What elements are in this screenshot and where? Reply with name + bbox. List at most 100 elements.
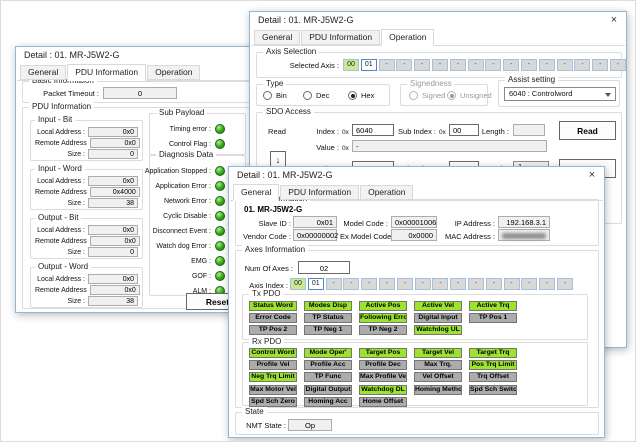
radio-dec[interactable]: Dec (303, 91, 329, 100)
pdo-button-tp-neg-1[interactable]: TP Neg 1 (304, 325, 352, 335)
pdo-button-error-code[interactable]: Error Code (249, 313, 297, 323)
model-code-field: 0x00001006 (391, 216, 437, 228)
axis-box-01[interactable]: 01 (308, 278, 324, 290)
pdo-button-tp-neg-2[interactable]: TP Neg 2 (359, 325, 407, 335)
pdo-button-profile-vel[interactable]: Profile Vel (249, 360, 297, 370)
axis-box-empty-10[interactable]: - (521, 59, 537, 71)
axis-box-empty-7[interactable]: - (415, 278, 431, 290)
radio-signed: Signed (409, 91, 445, 100)
pdo-button-digital-input[interactable]: Digital Input (414, 313, 462, 323)
pdo-button-trq-offset[interactable]: Trq Offset (469, 372, 517, 382)
packet-timeout-field[interactable]: 0 (103, 87, 177, 99)
pdo-button-max-motor-vel[interactable]: Max Motor Vel (249, 385, 297, 395)
pdo-button-spd-sch-zero[interactable]: Spd Sch Zero (249, 397, 297, 407)
pdo-button-active-pos[interactable]: Active Pos (359, 301, 407, 311)
assist-setting-dropdown[interactable]: 6040 : Controlword (504, 87, 616, 101)
axis-box-empty-3[interactable]: - (343, 278, 359, 290)
axis-box-empty-12[interactable]: - (504, 278, 520, 290)
axis-box-empty-2[interactable]: - (326, 278, 342, 290)
pdo-button-homing-method[interactable]: Homing Method (414, 385, 462, 395)
axis-box-empty-11[interactable]: - (486, 278, 502, 290)
titlebar[interactable]: Detail : 01. MR-J5W2-G × (229, 167, 604, 183)
pdo-button-spd-sch-switch[interactable]: Spd Sch Switch (469, 385, 517, 395)
pdo-button-vel-offset[interactable]: Vel Offset (414, 372, 462, 382)
axis-box-empty-15[interactable]: - (557, 278, 573, 290)
axis-box-empty-4[interactable]: - (361, 278, 377, 290)
axis-box-empty-15[interactable]: - (610, 59, 626, 71)
axis-box-empty-11[interactable]: - (539, 59, 555, 71)
pdo-button-mode-oper[interactable]: Mode Oper' (304, 348, 352, 358)
axis-box-empty-13[interactable]: - (574, 59, 590, 71)
close-icon[interactable]: × (607, 14, 621, 27)
axis-box-empty-10[interactable]: - (468, 278, 484, 290)
status-label: Control Flag : (169, 141, 211, 148)
axis-box-00[interactable]: 00 (290, 278, 306, 290)
radio-bin[interactable]: Bin (263, 91, 287, 100)
input-bit-remote-address-field: 0x0 (90, 138, 140, 148)
axis-box-empty-8[interactable]: - (485, 59, 501, 71)
pdo-button-neg-trq-limit[interactable]: Neg Trq Limit (249, 372, 297, 382)
axis-box-empty-13[interactable]: - (521, 278, 537, 290)
pdo-button-control-word[interactable]: Control Word (249, 348, 297, 358)
tab-pdu-information[interactable]: PDU Information (280, 185, 359, 200)
axis-box-empty-14[interactable]: - (539, 278, 555, 290)
axis-box-empty-6[interactable]: - (397, 278, 413, 290)
titlebar[interactable]: Detail : 01. MR-J5W2-G × (250, 12, 626, 28)
axis-box-empty-3[interactable]: - (396, 59, 412, 71)
axis-box-empty-9[interactable]: - (450, 278, 466, 290)
axis-box-empty-5[interactable]: - (379, 278, 395, 290)
pdo-button-max-trq[interactable]: Max Trq. (414, 360, 462, 370)
sdo-read-button[interactable]: Read (559, 121, 616, 140)
pdo-button-active-vel[interactable]: Active Vel (414, 301, 462, 311)
pdo-button-modes-disp[interactable]: Modes Disp (304, 301, 352, 311)
axis-box-empty-14[interactable]: - (592, 59, 608, 71)
tab-operation[interactable]: Operation (360, 185, 413, 200)
mac-address-redacted-value (502, 233, 546, 239)
pdo-button-watchdog-ul[interactable]: Watchdog UL (414, 325, 462, 335)
axis-box-01[interactable]: 01 (361, 59, 377, 71)
axis-box-empty-7[interactable]: - (468, 59, 484, 71)
pdo-button-profile-acc[interactable]: Profile Acc (304, 360, 352, 370)
pdo-button-homing-acc[interactable]: Homing Acc (304, 397, 352, 407)
close-icon[interactable]: × (585, 169, 599, 182)
pdo-button-tp-pos-1[interactable]: TP Pos 1 (469, 313, 517, 323)
group-label: Rx PDO (249, 337, 284, 346)
tab-pdu-information[interactable]: PDU Information (67, 64, 146, 81)
axis-box-empty-12[interactable]: - (557, 59, 573, 71)
output-bit-local-address-field: 0x0 (88, 225, 138, 235)
pdo-button-tp-status[interactable]: TP Status (304, 313, 352, 323)
axis-box-empty-6[interactable]: - (450, 59, 466, 71)
axis-box-00[interactable]: 00 (343, 59, 359, 71)
field-label: Size : (35, 200, 85, 207)
pdo-button-target-pos[interactable]: Target Pos (359, 348, 407, 358)
pdo-button-pos-trq-limit[interactable]: Pos Trq Limit (469, 360, 517, 370)
num-of-axes-field[interactable]: 02 (298, 261, 350, 274)
radio-hex[interactable]: Hex (348, 91, 374, 100)
pdo-button-home-offset[interactable]: Home Offset (359, 397, 407, 407)
tab-pdu-information[interactable]: PDU Information (301, 30, 380, 45)
pdo-button-profile-dec[interactable]: Profile Dec (359, 360, 407, 370)
axis-box-empty-8[interactable]: - (432, 278, 448, 290)
pdo-button-tp-pos-2[interactable]: TP Pos 2 (249, 325, 297, 335)
tab-general[interactable]: General (233, 184, 279, 201)
tab-general[interactable]: General (254, 30, 300, 45)
tab-general[interactable]: General (20, 65, 66, 80)
pdo-button-active-trq[interactable]: Active Trq (469, 301, 517, 311)
group-label: Output - Word (35, 262, 91, 271)
axis-box-empty-2[interactable]: - (379, 59, 395, 71)
axis-box-empty-4[interactable]: - (414, 59, 430, 71)
axis-box-empty-9[interactable]: - (503, 59, 519, 71)
axis-box-empty-5[interactable]: - (432, 59, 448, 71)
pdo-button-target-vel[interactable]: Target Vel (414, 348, 462, 358)
tab-operation[interactable]: Operation (381, 29, 434, 46)
pdo-button-target-trq[interactable]: Target Trq (469, 348, 517, 358)
pdo-button-digital-output[interactable]: Digital Output (304, 385, 352, 395)
tab-operation[interactable]: Operation (147, 65, 200, 80)
status-label: Application Error : (155, 183, 211, 190)
pdo-button-max-profile-vel[interactable]: Max Profile Vel (359, 372, 407, 382)
pdo-button-tp-func[interactable]: TP Func (304, 372, 352, 382)
pdo-button-status-word[interactable]: Status Word (249, 301, 297, 311)
pdo-button-following-error[interactable]: Following Error (359, 313, 407, 323)
pdo-button-watchdog-dl[interactable]: Watchdog DL (359, 385, 407, 395)
read-length-field (513, 124, 545, 136)
